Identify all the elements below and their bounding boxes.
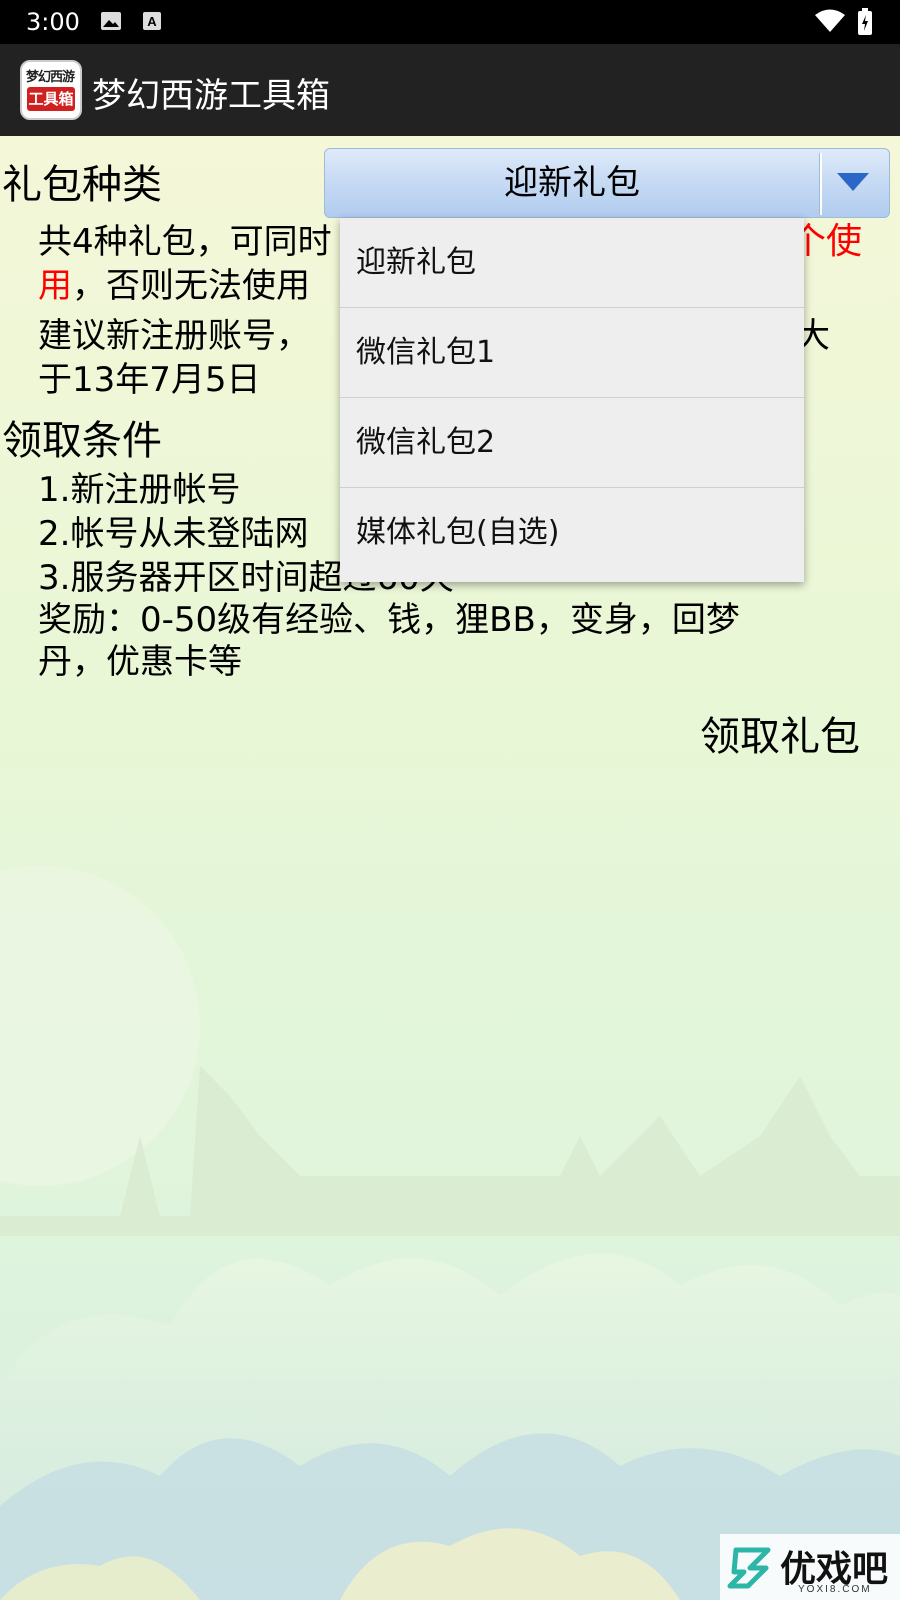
description-line-4: 于13年7月5日 xyxy=(38,360,261,400)
description-line-3: 建议新注册账号， xyxy=(38,316,310,356)
condition-item-1: 1.新注册帐号 xyxy=(38,470,241,510)
gift-type-label: 礼包种类 xyxy=(2,162,162,208)
condition-item-2: 2.帐号从未登陆网 xyxy=(38,514,309,554)
app-title: 梦幻西游工具箱 xyxy=(92,76,330,116)
content-area: 礼包种类 迎新礼包 共4种礼包，可同时 个使 用，否则无法使用 建议新注册账号，… xyxy=(0,136,900,1600)
image-notification-icon xyxy=(101,12,121,30)
reward-line-1: 奖励：0-50级有经验、钱，狸BB，变身，回梦 xyxy=(38,600,740,640)
logo-bottom-text: 工具箱 xyxy=(27,87,75,111)
status-time: 3:00 xyxy=(26,8,80,36)
dropdown-option-1[interactable]: 迎新礼包 xyxy=(340,218,804,308)
claim-gift-button[interactable]: 领取礼包 xyxy=(700,704,860,762)
spinner-divider xyxy=(819,153,822,215)
dropdown-option-4[interactable]: 媒体礼包(自选) xyxy=(340,488,804,578)
description-line-2-text: ，否则无法使用 xyxy=(72,266,310,306)
spinner-selected-value: 迎新礼包 xyxy=(504,163,640,203)
conditions-label: 领取条件 xyxy=(2,418,162,464)
dropdown-option-2[interactable]: 微信礼包1 xyxy=(340,308,804,398)
wifi-icon xyxy=(815,9,845,32)
svg-text:A: A xyxy=(147,14,157,29)
gift-type-dropdown: 迎新礼包 微信礼包1 微信礼包2 媒体礼包(自选) xyxy=(340,218,804,582)
gift-type-spinner[interactable]: 迎新礼包 xyxy=(324,148,890,218)
description-line-1-text: 共4种礼包，可同时 xyxy=(38,222,332,262)
chevron-down-icon xyxy=(837,173,869,191)
watermark-logo-icon xyxy=(727,1547,771,1589)
description-line-1: 共4种礼包，可同时 xyxy=(38,220,332,264)
watermark-domain: YOXI8.COM xyxy=(798,1584,872,1595)
description-line-2: 用，否则无法使用 xyxy=(38,264,310,308)
description-line-2-red: 用 xyxy=(38,266,72,306)
reward-line-2: 丹，优惠卡等 xyxy=(38,642,242,682)
a-notification-icon: A xyxy=(143,12,161,30)
battery-icon xyxy=(858,8,872,35)
dropdown-option-3[interactable]: 微信礼包2 xyxy=(340,398,804,488)
watermark: 优戏吧 YOXI8.COM xyxy=(720,1534,900,1600)
status-bar: 3:00 A xyxy=(0,0,900,44)
logo-top-text: 梦幻西游 xyxy=(26,70,75,85)
app-bar: 梦幻西游 工具箱 梦幻西游工具箱 xyxy=(0,44,900,136)
app-logo: 梦幻西游 工具箱 xyxy=(20,60,82,120)
